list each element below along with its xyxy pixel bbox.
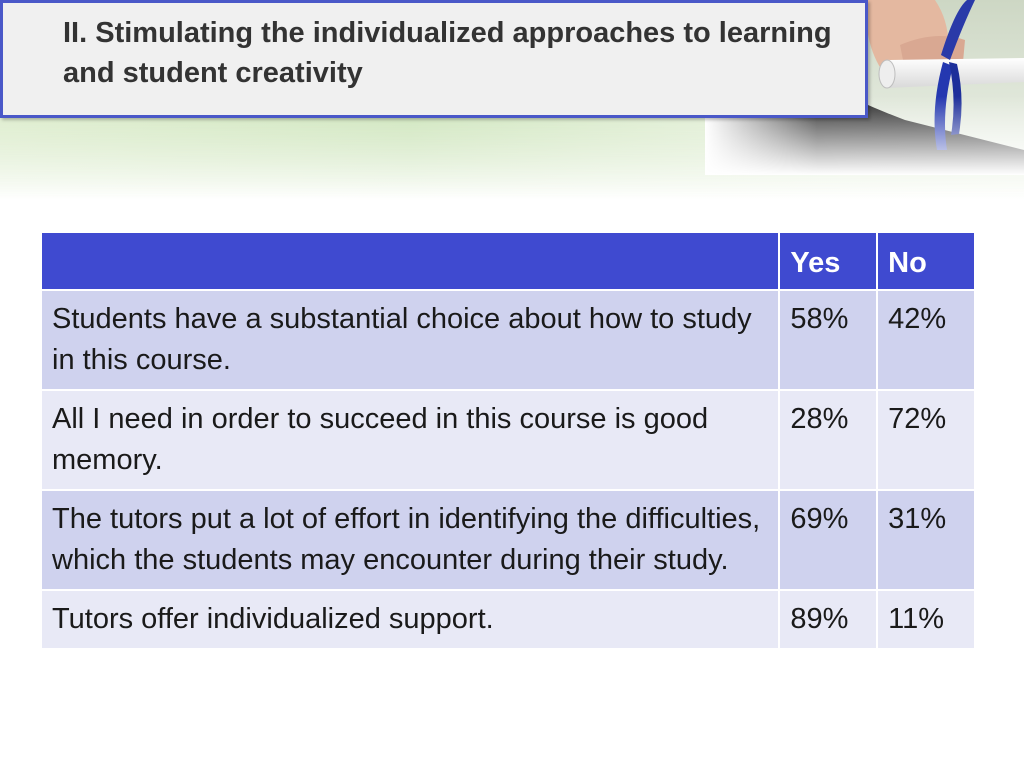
no-cell: 42%	[876, 289, 976, 391]
statement-cell: All I need in order to succeed in this c…	[39, 389, 781, 491]
no-cell: 31%	[876, 489, 976, 591]
table-row: Tutors offer individualized support. 89%…	[39, 589, 976, 650]
title-box: II. Stimulating the individualized appro…	[0, 0, 868, 118]
yes-cell: 28%	[778, 389, 879, 491]
no-cell: 72%	[876, 389, 976, 491]
survey-results-table: Yes No Students have a substantial choic…	[39, 231, 976, 650]
yes-cell: 58%	[778, 289, 879, 391]
statement-cell: The tutors put a lot of effort in identi…	[39, 489, 781, 591]
statement-cell: Tutors offer individualized support.	[39, 589, 781, 650]
slide-title: II. Stimulating the individualized appro…	[63, 17, 832, 89]
header-cell-yes: Yes	[778, 231, 879, 291]
header-cell-statement	[39, 231, 781, 291]
no-cell: 11%	[876, 589, 976, 650]
table-header-row: Yes No	[39, 231, 976, 291]
yes-cell: 89%	[778, 589, 879, 650]
yes-cell: 69%	[778, 489, 879, 591]
table-row: Students have a substantial choice about…	[39, 289, 976, 391]
header-cell-no: No	[876, 231, 976, 291]
statement-cell: Students have a substantial choice about…	[39, 289, 781, 391]
table-row: All I need in order to succeed in this c…	[39, 389, 976, 491]
table-row: The tutors put a lot of effort in identi…	[39, 489, 976, 591]
